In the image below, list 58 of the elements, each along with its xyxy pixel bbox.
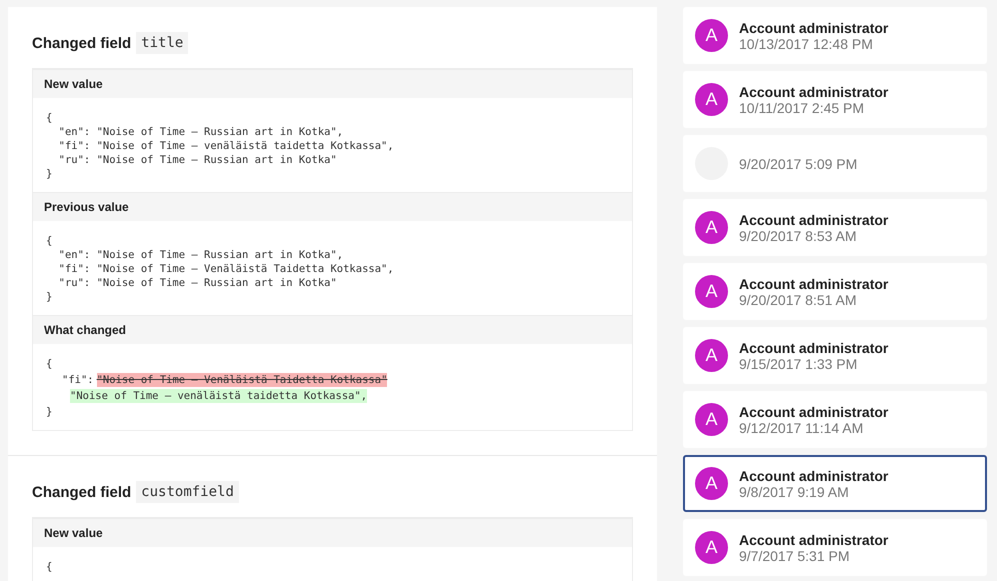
avatar: A <box>695 275 728 308</box>
code-key: "fi": <box>62 373 94 387</box>
avatar: A <box>695 339 728 372</box>
user-name: Account administrator <box>739 276 888 292</box>
section-title: Changed field <box>32 34 132 52</box>
block-header: New value <box>33 69 632 98</box>
timestamp: 9/20/2017 8:53 AM <box>739 228 858 244</box>
timestamp: 10/11/2017 2:45 PM <box>739 100 866 116</box>
code-line: } <box>46 405 54 419</box>
avatar: A <box>695 531 728 564</box>
timestamp: 9/7/2017 5:31 PM <box>739 548 851 564</box>
history-item[interactable]: A Account administrator 10/13/2017 12:48 PM <box>683 7 987 64</box>
code-line: "ru": "Noise of Time – Russian art in Kotka" <box>58 153 338 167</box>
code-line: "ru": "Noise of Time – Russian art in Kotka" <box>58 276 338 290</box>
code-line: { <box>46 234 54 248</box>
history-item[interactable]: A Account administrator 9/20/2017 8:53 AM <box>683 199 987 256</box>
code-line: { <box>46 111 54 125</box>
field-name: customfield <box>136 481 239 503</box>
history-item[interactable]: A Account administrator 9/8/2017 9:19 AM <box>683 455 987 512</box>
user-name: Account administrator <box>739 404 888 420</box>
block-header: New value <box>33 518 632 547</box>
avatar: A <box>695 19 728 52</box>
timestamp: 10/13/2017 12:48 PM <box>739 36 874 52</box>
code-line: { <box>46 560 54 574</box>
avatar: A <box>695 211 728 244</box>
user-name: Account administrator <box>739 20 888 36</box>
code-line: { <box>46 357 54 371</box>
history-item[interactable]: A Account administrator 9/20/2017 8:51 AM <box>683 263 987 320</box>
block-header: Previous value <box>33 192 632 221</box>
code-line: "fi": "Noise of Time – Venäläistä Taidetta Kotkassa", <box>58 262 395 276</box>
field-name: title <box>136 32 188 54</box>
history-item[interactable]: 9/20/2017 5:09 PM <box>683 135 987 192</box>
code-line: } <box>46 167 54 181</box>
code-line: "en": "Noise of Time – Russian art in Kotka", <box>58 125 344 139</box>
history-item[interactable]: A Account administrator 9/15/2017 1:33 PM <box>683 327 987 384</box>
code-line: "fi": "Noise of Time – venäläistä taidetta Kotkassa", <box>58 139 395 153</box>
removed-text: "Noise of Time – Venäläistä Taidetta Kotkassa" <box>96 373 388 387</box>
timestamp: 9/12/2017 11:14 AM <box>739 420 864 436</box>
avatar: A <box>695 467 728 500</box>
user-name: Account administrator <box>739 84 888 100</box>
user-name: Account administrator <box>739 468 888 484</box>
user-name: Account administrator <box>739 532 888 548</box>
timestamp: 9/8/2017 9:19 AM <box>739 484 850 500</box>
added-text: "Noise of Time – venäläistä taidetta Kotkassa", <box>70 389 368 403</box>
timestamp: 9/20/2017 5:09 PM <box>739 156 858 172</box>
user-name: Account administrator <box>739 212 888 228</box>
code-line: "en": "Noise of Time – Russian art in Kotka", <box>58 248 344 262</box>
block-header: What changed <box>33 315 632 344</box>
history-item[interactable]: A Account administrator 9/7/2017 5:31 PM <box>683 519 987 576</box>
avatar: A <box>695 83 728 116</box>
section-title: Changed field <box>32 484 132 500</box>
code-line: } <box>46 290 54 304</box>
avatar: A <box>695 403 728 436</box>
history-item[interactable]: A Account administrator 10/11/2017 2:45 PM <box>683 71 987 128</box>
history-item[interactable]: A Account administrator 9/12/2017 11:14 AM <box>683 391 987 448</box>
user-name: Account administrator <box>739 340 888 356</box>
timestamp: 9/20/2017 8:51 AM <box>739 292 858 308</box>
timestamp: 9/15/2017 1:33 PM <box>739 356 858 372</box>
